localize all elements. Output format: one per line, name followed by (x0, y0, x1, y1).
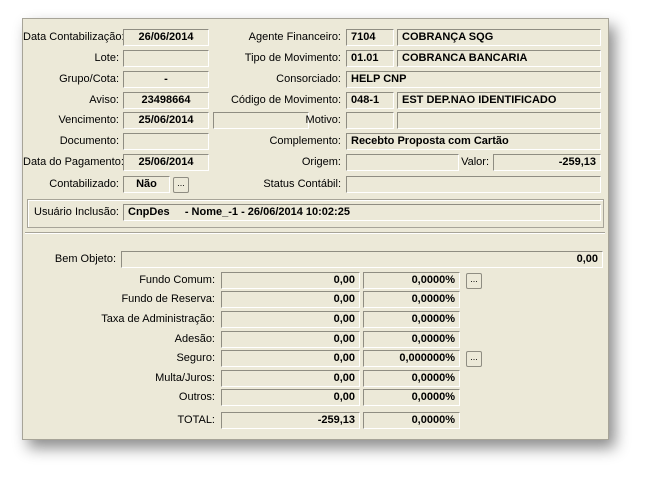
taxa-administracao-value-field[interactable]: 0,00 (221, 311, 360, 328)
data-pagamento-label: Data do Pagamento: (23, 156, 124, 168)
usuario-inclusao-label: Usuário Inclusão: (34, 206, 119, 218)
motivo-code-field[interactable] (346, 112, 394, 129)
motivo-name-field[interactable] (397, 112, 601, 129)
total-pct-field[interactable]: 0,0000% (363, 412, 460, 429)
agente-financeiro-code-field[interactable]: 7104 (346, 29, 394, 46)
outros-label: Outros: (178, 391, 215, 403)
total-value-field[interactable]: -259,13 (221, 412, 360, 429)
fundo-comum-label: Fundo Comum: (139, 274, 215, 286)
outros-value-field[interactable]: 0,00 (221, 389, 360, 406)
lote-field[interactable] (123, 50, 209, 67)
data-contabilizacao-field[interactable]: 26/06/2014 (123, 29, 209, 46)
contabilizado-field[interactable]: Não (123, 176, 170, 193)
bem-objeto-field[interactable]: 0,00 (121, 251, 603, 268)
total-label: TOTAL: (177, 414, 216, 426)
contabilizado-lookup-button[interactable]: ... (173, 177, 189, 193)
multa-juros-value-field[interactable]: 0,00 (221, 370, 360, 387)
bem-objeto-label: Bem Objeto: (54, 253, 116, 265)
grupo-cota-label: Grupo/Cota: (59, 73, 119, 85)
valor-label: Valor: (461, 156, 489, 168)
tipo-movimento-name-field[interactable]: COBRANCA BANCARIA (397, 50, 601, 67)
grupo-cota-field[interactable]: - (123, 71, 209, 88)
agente-financeiro-name-field[interactable]: COBRANÇA SQG (397, 29, 601, 46)
aviso-label: Aviso: (89, 94, 119, 106)
movement-detail-panel: Data Contabilização: 26/06/2014 Lote: Gr… (22, 18, 609, 440)
fundo-reserva-pct-field[interactable]: 0,0000% (363, 291, 460, 308)
status-contabil-label: Status Contábil: (263, 178, 341, 190)
origem-label: Origem: (301, 156, 341, 168)
tipo-movimento-code-field[interactable]: 01.01 (346, 50, 394, 67)
motivo-label: Motivo: (305, 114, 341, 126)
seguro-label: Seguro: (176, 352, 215, 364)
status-contabil-field[interactable] (346, 176, 601, 193)
seguro-pct-field[interactable]: 0,000000% (363, 350, 460, 367)
consorciado-field[interactable]: HELP CNP (346, 71, 601, 88)
seguro-value-field[interactable]: 0,00 (221, 350, 360, 367)
documento-label: Documento: (59, 135, 119, 147)
multa-juros-label: Multa/Juros: (155, 372, 215, 384)
adesao-value-field[interactable]: 0,00 (221, 331, 360, 348)
agente-financeiro-label: Agente Financeiro: (248, 31, 341, 43)
section-divider (25, 232, 605, 234)
data-pagamento-field[interactable]: 25/06/2014 (123, 154, 209, 171)
outros-pct-field[interactable]: 0,0000% (363, 389, 460, 406)
fundo-comum-lookup-button[interactable]: ... (466, 273, 482, 289)
codigo-movimento-label: Código de Movimento: (230, 94, 341, 106)
aviso-field[interactable]: 23498664 (123, 92, 209, 109)
fundo-comum-value-field[interactable]: 0,00 (221, 272, 360, 289)
contabilizado-label: Contabilizado: (49, 178, 119, 190)
taxa-administracao-label: Taxa de Administração: (101, 313, 215, 325)
vencimento-field[interactable]: 25/06/2014 (123, 112, 209, 129)
tipo-movimento-label: Tipo de Movimento: (244, 52, 341, 64)
adesao-label: Adesão: (174, 333, 215, 345)
complemento-field[interactable]: Recebto Proposta com Cartão (346, 133, 601, 150)
data-contabilizacao-label: Data Contabilização: (23, 31, 125, 43)
codigo-movimento-name-field[interactable]: EST DEP.NAO IDENTIFICADO (397, 92, 601, 109)
lote-label: Lote: (94, 52, 119, 64)
documento-field[interactable] (123, 133, 209, 150)
adesao-pct-field[interactable]: 0,0000% (363, 331, 460, 348)
taxa-administracao-pct-field[interactable]: 0,0000% (363, 311, 460, 328)
consorciado-label: Consorciado: (276, 73, 341, 85)
fundo-reserva-label: Fundo de Reserva: (121, 293, 215, 305)
vencimento-label: Vencimento: (58, 114, 119, 126)
valor-field[interactable]: -259,13 (493, 154, 601, 171)
seguro-lookup-button[interactable]: ... (466, 351, 482, 367)
usuario-inclusao-field[interactable]: CnpDes - Nome_-1 - 26/06/2014 10:02:25 (123, 204, 601, 221)
multa-juros-pct-field[interactable]: 0,0000% (363, 370, 460, 387)
fundo-reserva-value-field[interactable]: 0,00 (221, 291, 360, 308)
origem-field[interactable] (346, 154, 459, 171)
complemento-label: Complemento: (269, 135, 341, 147)
fundo-comum-pct-field[interactable]: 0,0000% (363, 272, 460, 289)
codigo-movimento-code-field[interactable]: 048-1 (346, 92, 394, 109)
